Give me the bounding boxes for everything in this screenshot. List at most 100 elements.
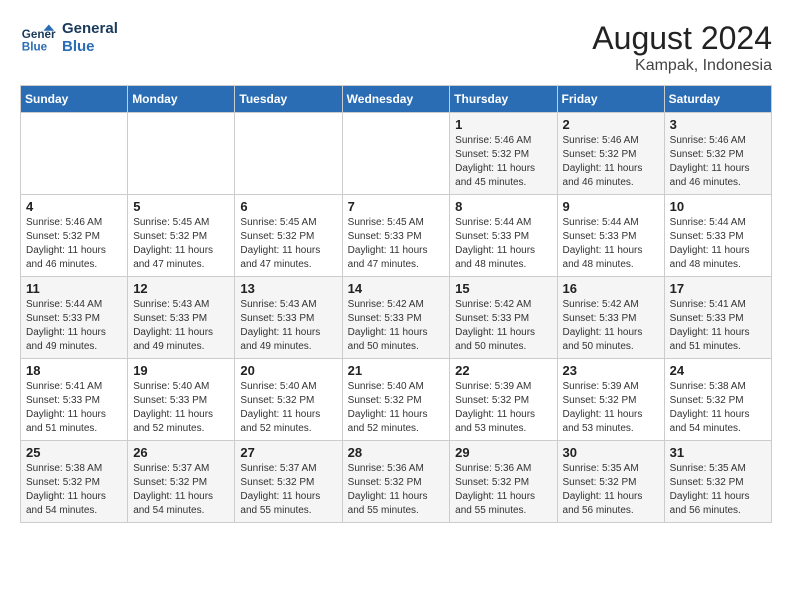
day-number: 3 xyxy=(670,117,766,132)
day-number: 26 xyxy=(133,445,229,460)
day-header-tuesday: Tuesday xyxy=(235,86,342,113)
day-detail: Sunrise: 5:38 AM Sunset: 5:32 PM Dayligh… xyxy=(670,380,766,436)
day-header-saturday: Saturday xyxy=(664,86,771,113)
day-number: 28 xyxy=(348,445,445,460)
day-number: 4 xyxy=(26,199,122,214)
month-year-title: August 2024 xyxy=(592,20,772,57)
calendar-cell: 28 Sunrise: 5:36 AM Sunset: 5:32 PM Dayli… xyxy=(342,441,450,523)
calendar-cell xyxy=(235,113,342,195)
title-block: August 2024 Kampak, Indonesia xyxy=(592,20,772,75)
day-number: 23 xyxy=(563,363,659,378)
calendar-cell: 18 Sunrise: 5:41 AM Sunset: 5:33 PM Dayli… xyxy=(21,359,128,441)
calendar-week-row: 4Sunrise: 5:46 AM Sunset: 5:32 PM Daylig… xyxy=(21,195,772,277)
day-detail: Sunrise: 5:35 AM Sunset: 5:32 PM Dayligh… xyxy=(670,462,766,518)
calendar-cell: 14 Sunrise: 5:42 AM Sunset: 5:33 PM Dayli… xyxy=(342,277,450,359)
day-number: 1 xyxy=(455,117,551,132)
calendar-cell: 16Sunrise: 5:42 AM Sunset: 5:33 PM Dayli… xyxy=(557,277,664,359)
day-detail: Sunrise: 5:35 AM Sunset: 5:32 PM Dayligh… xyxy=(563,462,659,518)
day-detail: Sunrise: 5:45 AM Sunset: 5:32 PM Dayligh… xyxy=(240,216,336,272)
day-detail: Sunrise: 5:39 AM Sunset: 5:32 PM Dayligh… xyxy=(563,380,659,436)
day-detail: Sunrise: 5:37 AM Sunset: 5:32 PM Dayligh… xyxy=(240,462,336,518)
day-number: 24 xyxy=(670,363,766,378)
calendar-cell: 6 Sunrise: 5:45 AM Sunset: 5:32 PM Daylig… xyxy=(235,195,342,277)
day-detail: Sunrise: 5:46 AM Sunset: 5:32 PM Dayligh… xyxy=(455,134,551,190)
day-number: 9 xyxy=(563,199,659,214)
calendar-cell: 22 Sunrise: 5:39 AM Sunset: 5:32 PM Dayli… xyxy=(450,359,557,441)
calendar-header-row: SundayMondayTuesdayWednesdayThursdayFrid… xyxy=(21,86,772,113)
calendar-week-row: 25 Sunrise: 5:38 AM Sunset: 5:32 PM Dayli… xyxy=(21,441,772,523)
day-detail: Sunrise: 5:46 AM Sunset: 5:32 PM Dayligh… xyxy=(563,134,659,190)
calendar-cell: 31 Sunrise: 5:35 AM Sunset: 5:32 PM Dayli… xyxy=(664,441,771,523)
day-number: 12 xyxy=(133,281,229,296)
calendar-cell: 17 Sunrise: 5:41 AM Sunset: 5:33 PM Dayli… xyxy=(664,277,771,359)
day-detail: Sunrise: 5:42 AM Sunset: 5:33 PM Dayligh… xyxy=(455,298,551,354)
calendar-cell: 4Sunrise: 5:46 AM Sunset: 5:32 PM Daylig… xyxy=(21,195,128,277)
day-detail: Sunrise: 5:42 AM Sunset: 5:33 PM Dayligh… xyxy=(348,298,445,354)
day-detail: Sunrise: 5:45 AM Sunset: 5:33 PM Dayligh… xyxy=(348,216,445,272)
day-detail: Sunrise: 5:41 AM Sunset: 5:33 PM Dayligh… xyxy=(26,380,122,436)
calendar-cell: 10 Sunrise: 5:44 AM Sunset: 5:33 PM Dayli… xyxy=(664,195,771,277)
calendar-cell: 8 Sunrise: 5:44 AM Sunset: 5:33 PM Daylig… xyxy=(450,195,557,277)
calendar-cell: 20 Sunrise: 5:40 AM Sunset: 5:32 PM Dayli… xyxy=(235,359,342,441)
day-detail: Sunrise: 5:45 AM Sunset: 5:32 PM Dayligh… xyxy=(133,216,229,272)
day-number: 13 xyxy=(240,281,336,296)
day-number: 8 xyxy=(455,199,551,214)
day-number: 25 xyxy=(26,445,122,460)
calendar-cell: 7 Sunrise: 5:45 AM Sunset: 5:33 PM Daylig… xyxy=(342,195,450,277)
day-header-friday: Friday xyxy=(557,86,664,113)
day-detail: Sunrise: 5:40 AM Sunset: 5:33 PM Dayligh… xyxy=(133,380,229,436)
day-number: 22 xyxy=(455,363,551,378)
day-detail: Sunrise: 5:44 AM Sunset: 5:33 PM Dayligh… xyxy=(455,216,551,272)
calendar-cell: 26Sunrise: 5:37 AM Sunset: 5:32 PM Dayli… xyxy=(128,441,235,523)
calendar-cell: 23 Sunrise: 5:39 AM Sunset: 5:32 PM Dayli… xyxy=(557,359,664,441)
day-number: 27 xyxy=(240,445,336,460)
calendar-cell xyxy=(342,113,450,195)
day-number: 6 xyxy=(240,199,336,214)
day-number: 5 xyxy=(133,199,229,214)
day-number: 29 xyxy=(455,445,551,460)
day-detail: Sunrise: 5:44 AM Sunset: 5:33 PM Dayligh… xyxy=(26,298,122,354)
calendar-cell: 30 Sunrise: 5:35 AM Sunset: 5:32 PM Dayli… xyxy=(557,441,664,523)
day-detail: Sunrise: 5:44 AM Sunset: 5:33 PM Dayligh… xyxy=(670,216,766,272)
day-number: 15 xyxy=(455,281,551,296)
calendar-cell: 15 Sunrise: 5:42 AM Sunset: 5:33 PM Dayli… xyxy=(450,277,557,359)
calendar-cell xyxy=(21,113,128,195)
day-header-monday: Monday xyxy=(128,86,235,113)
logo: General Blue General Blue xyxy=(20,20,118,56)
calendar-cell: 1 Sunrise: 5:46 AM Sunset: 5:32 PM Daylig… xyxy=(450,113,557,195)
svg-text:Blue: Blue xyxy=(22,41,48,54)
day-number: 31 xyxy=(670,445,766,460)
calendar-cell: 19 Sunrise: 5:40 AM Sunset: 5:33 PM Dayli… xyxy=(128,359,235,441)
day-number: 19 xyxy=(133,363,229,378)
calendar-cell: 29Sunrise: 5:36 AM Sunset: 5:32 PM Dayli… xyxy=(450,441,557,523)
calendar-cell: 2Sunrise: 5:46 AM Sunset: 5:32 PM Daylig… xyxy=(557,113,664,195)
day-header-thursday: Thursday xyxy=(450,86,557,113)
calendar-table: SundayMondayTuesdayWednesdayThursdayFrid… xyxy=(20,85,772,523)
calendar-cell: 27 Sunrise: 5:37 AM Sunset: 5:32 PM Dayli… xyxy=(235,441,342,523)
day-number: 21 xyxy=(348,363,445,378)
day-detail: Sunrise: 5:38 AM Sunset: 5:32 PM Dayligh… xyxy=(26,462,122,518)
calendar-cell: 21Sunrise: 5:40 AM Sunset: 5:32 PM Dayli… xyxy=(342,359,450,441)
day-number: 11 xyxy=(26,281,122,296)
day-detail: Sunrise: 5:39 AM Sunset: 5:32 PM Dayligh… xyxy=(455,380,551,436)
calendar-cell: 13Sunrise: 5:43 AM Sunset: 5:33 PM Dayli… xyxy=(235,277,342,359)
day-number: 18 xyxy=(26,363,122,378)
day-number: 7 xyxy=(348,199,445,214)
calendar-cell: 3Sunrise: 5:46 AM Sunset: 5:32 PM Daylig… xyxy=(664,113,771,195)
calendar-week-row: 18 Sunrise: 5:41 AM Sunset: 5:33 PM Dayli… xyxy=(21,359,772,441)
day-detail: Sunrise: 5:36 AM Sunset: 5:32 PM Dayligh… xyxy=(348,462,445,518)
day-number: 30 xyxy=(563,445,659,460)
day-number: 17 xyxy=(670,281,766,296)
calendar-cell: 25 Sunrise: 5:38 AM Sunset: 5:32 PM Dayli… xyxy=(21,441,128,523)
day-detail: Sunrise: 5:41 AM Sunset: 5:33 PM Dayligh… xyxy=(670,298,766,354)
calendar-cell: 11 Sunrise: 5:44 AM Sunset: 5:33 PM Dayli… xyxy=(21,277,128,359)
day-number: 14 xyxy=(348,281,445,296)
logo-blue: Blue xyxy=(62,38,118,56)
day-number: 16 xyxy=(563,281,659,296)
day-number: 20 xyxy=(240,363,336,378)
day-number: 10 xyxy=(670,199,766,214)
day-header-sunday: Sunday xyxy=(21,86,128,113)
day-detail: Sunrise: 5:40 AM Sunset: 5:32 PM Dayligh… xyxy=(240,380,336,436)
calendar-week-row: 1 Sunrise: 5:46 AM Sunset: 5:32 PM Daylig… xyxy=(21,113,772,195)
calendar-cell: 12Sunrise: 5:43 AM Sunset: 5:33 PM Dayli… xyxy=(128,277,235,359)
